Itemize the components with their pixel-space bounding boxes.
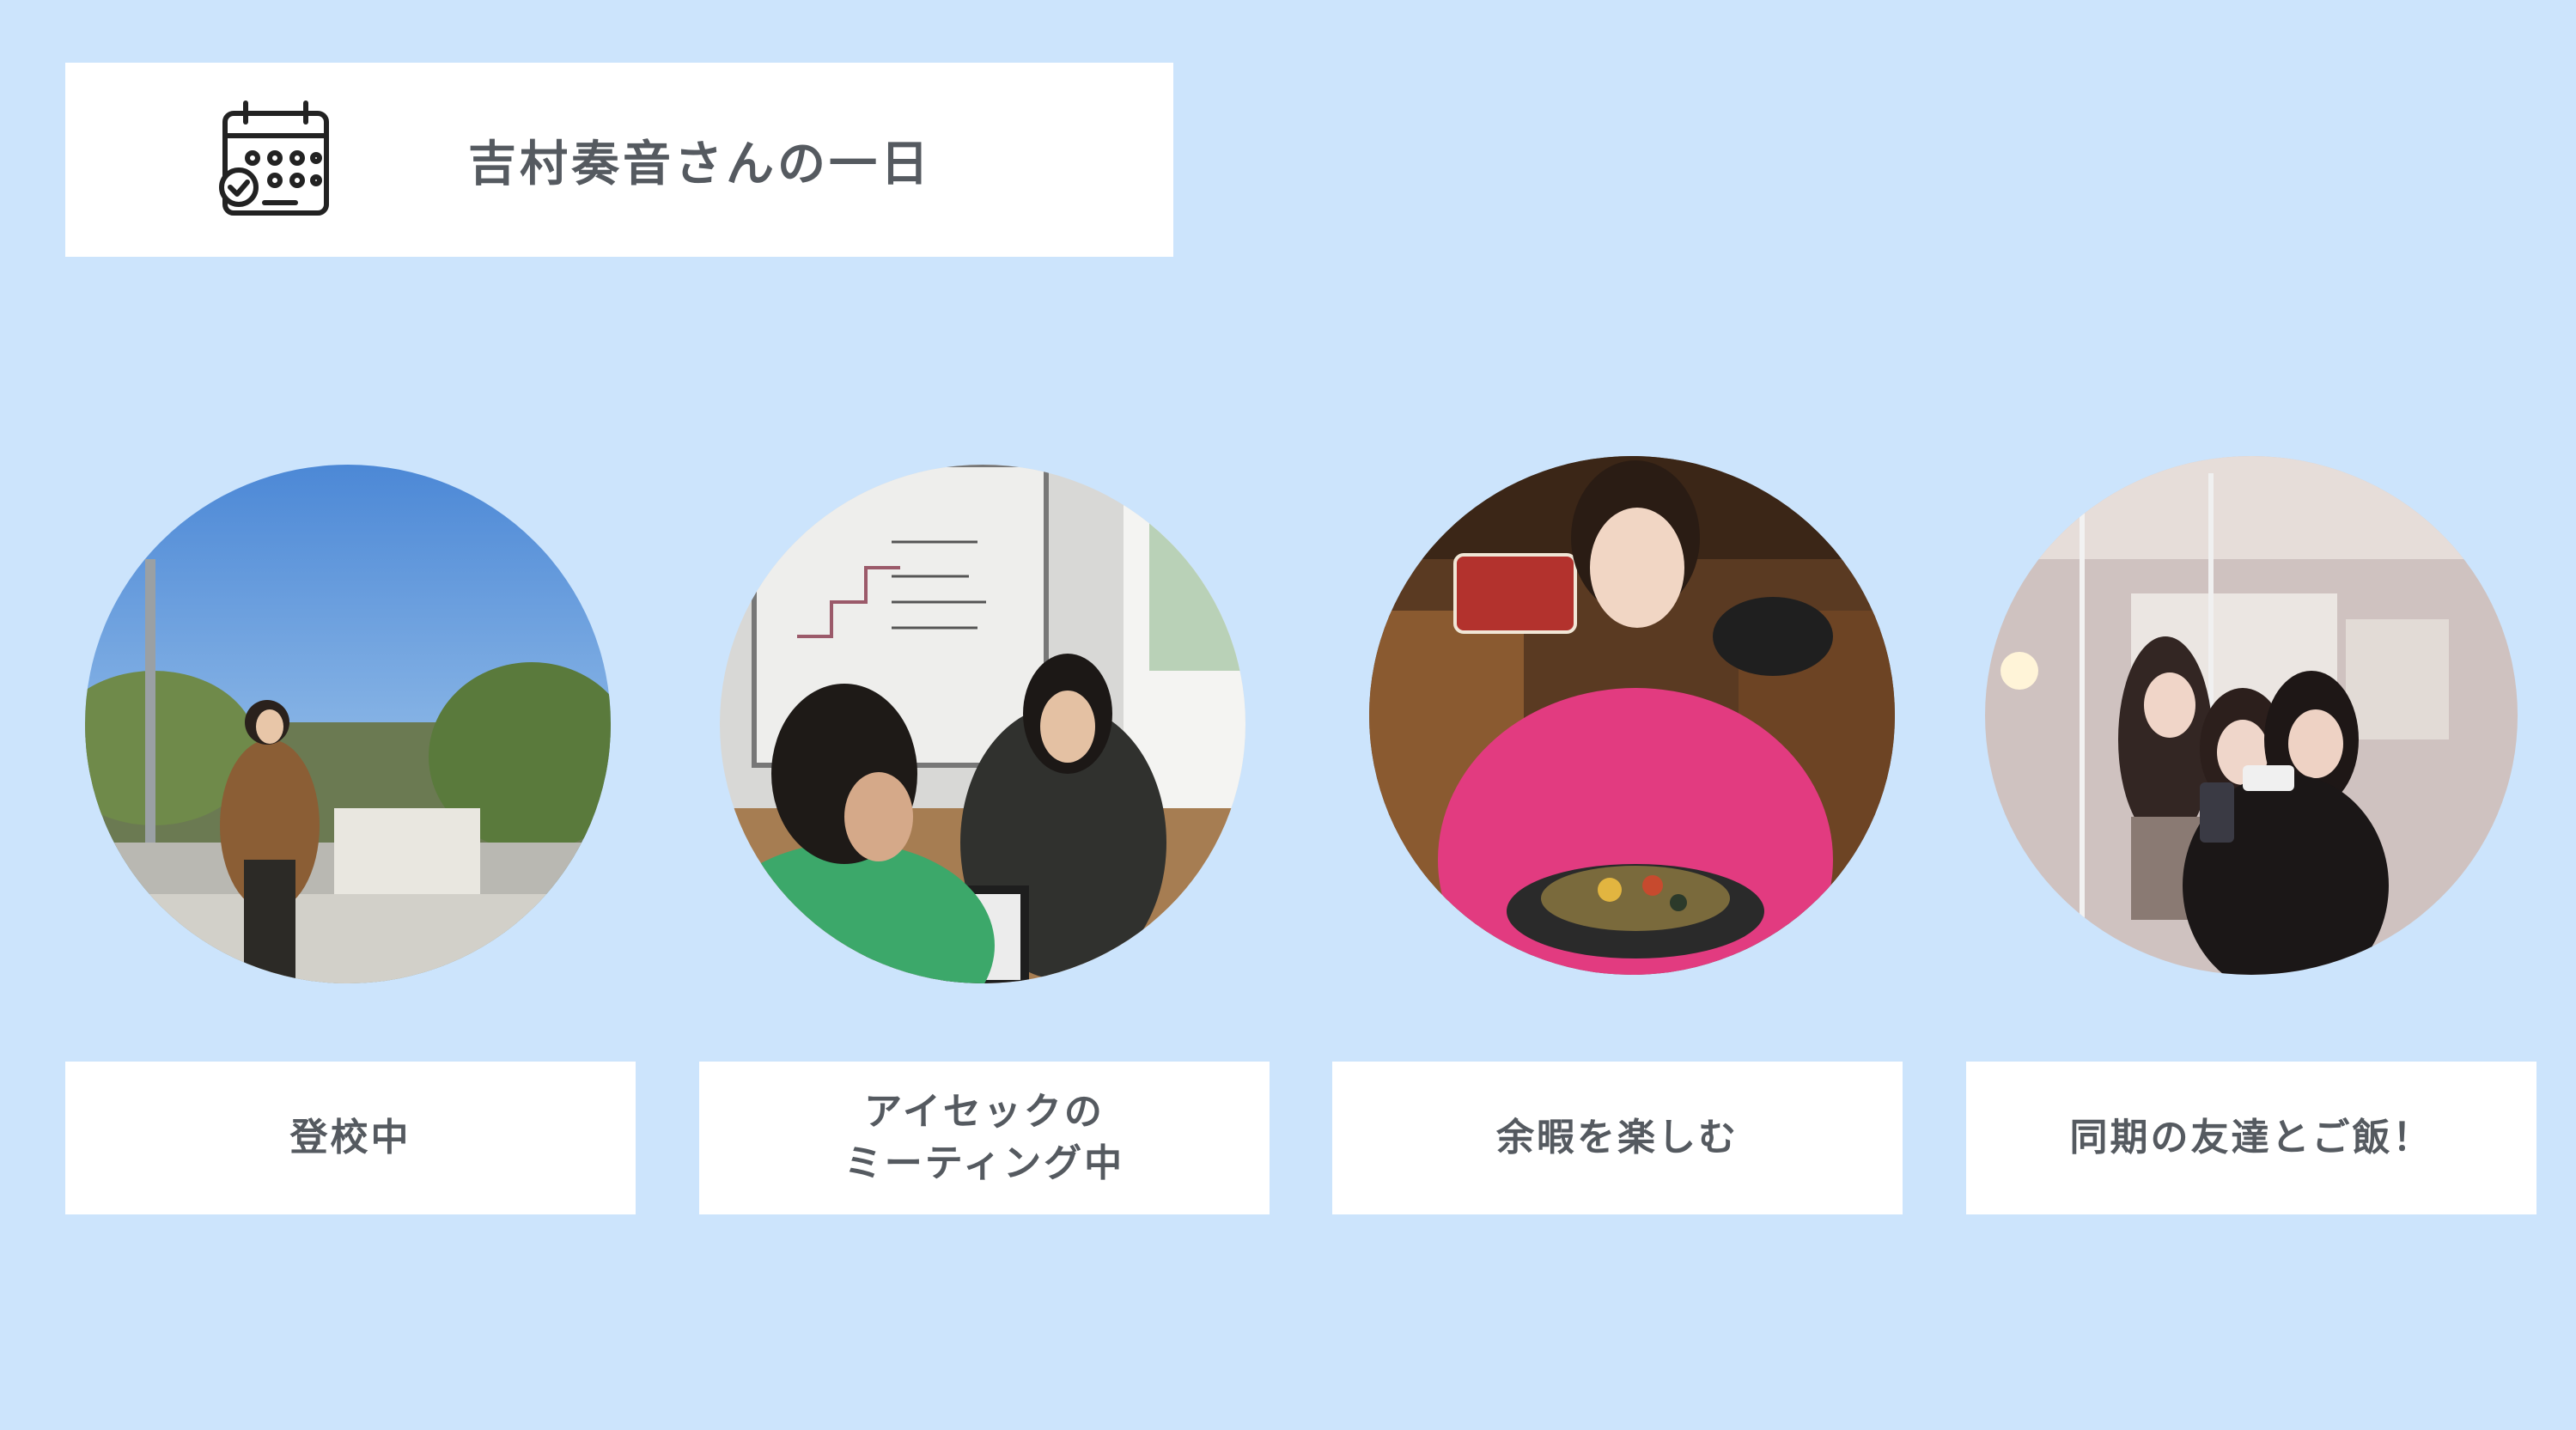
- activity-label-text: アイセックの: [864, 1090, 1105, 1134]
- calendar-icon: [213, 98, 340, 225]
- activity-label-text: 登校中: [289, 1116, 411, 1159]
- activity-label-leisure: 余暇を楽しむ: [1332, 1062, 1903, 1214]
- activity-label-text: 同期の友達とご飯！: [2069, 1116, 2433, 1159]
- student-walking-outdoors-photo: [85, 465, 611, 983]
- activity-label-text: 余暇を楽しむ: [1496, 1116, 1739, 1159]
- page-header: 吉村奏音さんの一日: [65, 63, 1173, 257]
- activity-label-text: ミーティング中: [843, 1141, 1125, 1185]
- activity-label-dinner: 同期の友達とご飯！: [1966, 1062, 2536, 1214]
- restaurant-dish-photo: [1369, 456, 1895, 975]
- activity-label-commuting: 登校中: [65, 1062, 636, 1214]
- page-title: 吉村奏音さんの一日: [468, 136, 932, 192]
- friends-selfie-photo: [1985, 456, 2518, 975]
- meeting-photo: [720, 465, 1245, 983]
- activity-label-meeting: アイセックの ミーティング中: [699, 1062, 1270, 1214]
